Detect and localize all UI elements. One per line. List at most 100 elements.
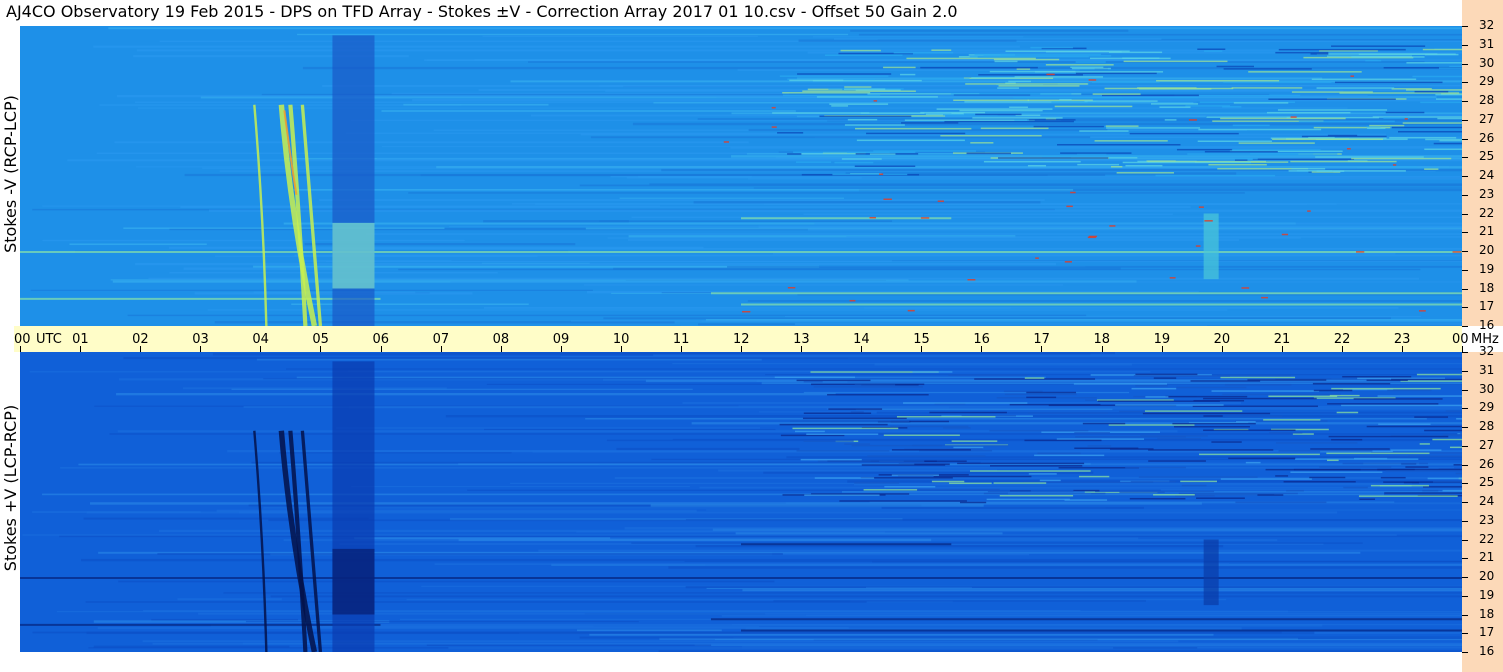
noise-streak	[1403, 481, 1420, 484]
noise-streak	[1133, 375, 1230, 377]
texture-line	[291, 303, 529, 305]
texture-line	[590, 136, 1091, 139]
texture-line	[42, 239, 465, 242]
texture-line	[424, 59, 1378, 62]
noise-streak	[1424, 148, 1462, 151]
noise-streak	[959, 501, 987, 504]
texture-line	[143, 609, 1081, 612]
texture-line	[653, 354, 1462, 356]
rfi-line	[20, 297, 381, 300]
time-tick-label: 01	[72, 332, 89, 347]
texture-line	[812, 36, 1024, 38]
noise-streak	[803, 381, 823, 383]
noise-streak	[1365, 59, 1382, 62]
texture-line	[858, 33, 1462, 36]
noise-streak	[1217, 374, 1291, 377]
noise-streak	[1075, 61, 1106, 63]
texture-line	[270, 595, 1462, 598]
freq-tick-mark	[1462, 483, 1468, 485]
texture-line	[747, 178, 1462, 180]
noise-streak	[1223, 68, 1312, 70]
texture-line	[135, 262, 1057, 266]
time-tick-label: 18	[1093, 332, 1111, 347]
hot-pixel	[742, 310, 751, 313]
texture-line	[297, 260, 892, 262]
noise-streak	[1290, 471, 1383, 473]
noise-streak	[854, 165, 916, 167]
bottom-ylabel: Stokes +V (LCP-RCP)	[1, 404, 20, 572]
noise-streak	[1075, 72, 1157, 75]
texture-line	[90, 502, 1202, 505]
noise-streak	[1116, 172, 1174, 174]
noise-streak	[1125, 164, 1163, 167]
texture-line	[846, 236, 1462, 238]
bottom-spectrogram-svg	[20, 352, 1462, 652]
noise-streak	[896, 416, 996, 418]
noise-streak	[795, 161, 832, 163]
noise-streak	[1331, 387, 1441, 390]
time-tick-label: 09	[552, 332, 570, 347]
texture-line	[627, 239, 1240, 241]
texture-line	[482, 35, 758, 37]
noise-streak	[1157, 437, 1201, 440]
noise-streak	[1266, 111, 1351, 114]
texture-line	[772, 253, 1396, 255]
noise-streak	[844, 443, 871, 445]
texture-line	[467, 489, 1161, 491]
noise-streak	[1144, 410, 1243, 412]
noise-streak	[1220, 117, 1346, 120]
freq-tick-mark	[1462, 614, 1468, 616]
noise-streak	[1074, 432, 1110, 434]
noise-streak	[1084, 100, 1158, 102]
freq-tick-mark	[1462, 577, 1468, 578]
freq-tick-label: 21	[1479, 550, 1495, 565]
texture-line	[351, 485, 690, 488]
noise-streak	[1391, 126, 1462, 129]
freq-tick-mark	[1462, 288, 1468, 290]
texture-line	[814, 222, 1462, 225]
noise-streak	[1013, 96, 1123, 99]
freq-tick-mark	[1462, 558, 1468, 560]
noise-streak	[1197, 140, 1272, 143]
texture-line	[805, 614, 1462, 617]
texture-line	[745, 627, 1242, 630]
texture-line	[727, 265, 1462, 268]
texture-line	[322, 84, 1462, 87]
texture-line	[157, 553, 783, 555]
texture-line	[730, 147, 1462, 149]
noise-streak	[1366, 425, 1462, 428]
texture-line	[381, 146, 1462, 148]
hot-pixel	[967, 279, 976, 281]
noise-streak	[1153, 494, 1195, 496]
texture-line	[406, 598, 1227, 601]
texture-line	[286, 368, 1462, 370]
texture-line	[579, 636, 1462, 639]
noise-streak	[1110, 166, 1123, 168]
hot-pixel	[771, 126, 777, 128]
hot-pixel	[1281, 233, 1289, 236]
hot-pixel	[937, 200, 944, 202]
noise-streak	[1211, 441, 1242, 443]
noise-streak	[879, 460, 904, 463]
freq-tick-label: 23	[1479, 186, 1495, 201]
hot-pixel	[1392, 164, 1397, 166]
noise-streak	[1178, 492, 1298, 495]
texture-line	[714, 639, 1462, 641]
noise-streak	[841, 158, 882, 160]
noise-streak	[1056, 438, 1145, 440]
texture-line	[168, 246, 704, 249]
texture-line	[855, 408, 1113, 411]
noise-streak	[1268, 98, 1396, 100]
noise-streak	[777, 132, 804, 134]
noise-streak	[1108, 424, 1195, 426]
texture-line	[348, 406, 950, 409]
noise-streak	[1353, 398, 1443, 400]
freq-tick-mark	[1462, 213, 1468, 215]
freq-tick-mark	[1462, 445, 1468, 447]
noise-streak	[1420, 101, 1462, 104]
noise-streak	[1387, 389, 1432, 392]
hot-pixel	[1066, 205, 1073, 208]
noise-streak	[1427, 477, 1462, 480]
texture-line	[297, 33, 849, 36]
noise-streak	[854, 482, 900, 484]
